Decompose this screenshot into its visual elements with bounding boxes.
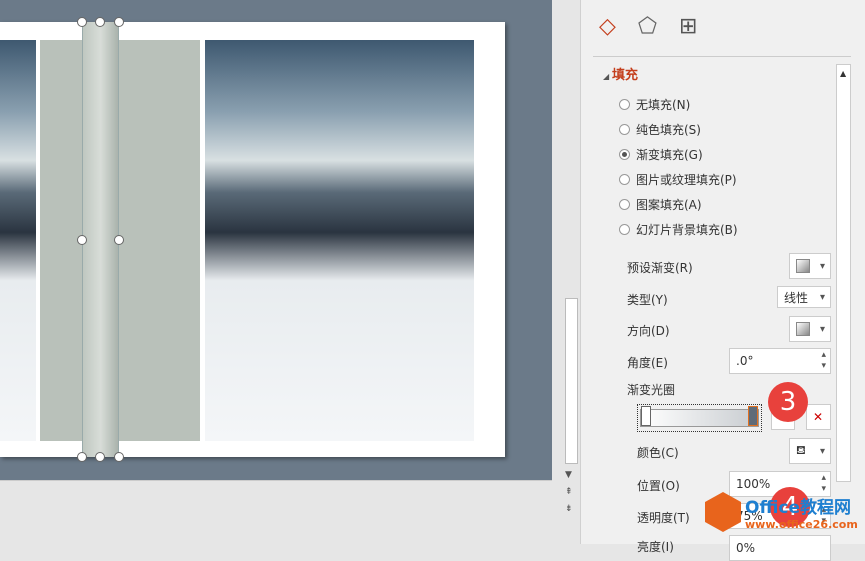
gradient-stops-bar[interactable] xyxy=(637,404,762,432)
step-badge-3: 3 xyxy=(768,382,808,422)
resize-handle[interactable] xyxy=(77,452,87,462)
resize-handle[interactable] xyxy=(77,17,87,27)
resize-handle[interactable] xyxy=(114,17,124,27)
paint-bucket-icon: ⛾ xyxy=(796,443,806,457)
radio-solid-fill[interactable]: 纯色填充(S) xyxy=(619,121,701,138)
gradient-stops-label: 渐变光圈 xyxy=(627,383,676,397)
direction-dropdown[interactable] xyxy=(789,316,831,342)
photo-mountain[interactable] xyxy=(205,40,474,441)
format-shape-panel: ◇ ⬠ ⊞ ◢ 填充 无填充(N) 纯色填充(S) 渐变填充(G) 图片或纹理填… xyxy=(580,0,865,561)
fill-line-tab-icon[interactable]: ◇ xyxy=(599,14,616,39)
effects-tab-icon[interactable]: ⬠ xyxy=(638,14,657,39)
color-dropdown[interactable]: ⛾ xyxy=(789,438,831,464)
resize-handle[interactable] xyxy=(114,452,124,462)
type-label: 类型(Y) xyxy=(627,293,668,307)
transparency-label: 透明度(T) xyxy=(637,511,690,525)
radio-pattern-fill[interactable]: 图案填充(A) xyxy=(619,196,702,213)
next-slide-icon[interactable]: ⇟ xyxy=(565,504,573,514)
color-label: 颜色(C) xyxy=(637,446,679,460)
radio-no-fill[interactable]: 无填充(N) xyxy=(619,96,690,113)
fill-section-header[interactable]: ◢ 填充 xyxy=(603,64,638,83)
resize-handle[interactable] xyxy=(95,17,105,27)
brightness-input[interactable]: 0% xyxy=(729,535,831,561)
scrollbar-thumb[interactable] xyxy=(565,298,578,464)
canvas-scrollbar[interactable]: ▼ ⇞ ⇟ xyxy=(563,0,580,520)
section-title: 填充 xyxy=(611,68,638,83)
radio-picture-fill[interactable]: 图片或纹理填充(P) xyxy=(619,171,737,188)
preset-label: 预设渐变(R) xyxy=(627,261,693,275)
resize-handle[interactable] xyxy=(114,235,124,245)
brightness-label: 亮度(I) xyxy=(637,540,674,554)
angle-input[interactable]: .0° xyxy=(729,348,831,374)
photo-left[interactable] xyxy=(0,40,36,441)
panel-scrollbar[interactable]: ▲ xyxy=(836,64,851,482)
radio-background-fill[interactable]: 幻灯片背景填充(B) xyxy=(619,221,738,238)
scroll-down-icon[interactable]: ▼ xyxy=(565,470,572,480)
gradient-stop-selected[interactable] xyxy=(748,406,758,426)
resize-handle[interactable] xyxy=(77,235,87,245)
office-logo-icon xyxy=(705,492,741,532)
type-dropdown[interactable]: 线性 xyxy=(777,286,831,308)
preset-gradient-dropdown[interactable] xyxy=(789,253,831,279)
slide[interactable] xyxy=(0,17,505,462)
angle-label: 角度(E) xyxy=(627,356,668,370)
remove-stop-button[interactable]: ✕ xyxy=(806,404,831,430)
resize-handle[interactable] xyxy=(95,452,105,462)
slide-canvas xyxy=(0,0,552,480)
gradient-stop[interactable] xyxy=(641,406,651,426)
position-label: 位置(O) xyxy=(637,479,680,493)
watermark: Office教程网 www.office26.com xyxy=(705,492,858,532)
radio-gradient-fill[interactable]: 渐变填充(G) xyxy=(619,146,703,163)
size-properties-tab-icon[interactable]: ⊞ xyxy=(679,14,697,39)
scroll-up-icon: ▲ xyxy=(840,69,847,78)
prev-slide-icon[interactable]: ⇞ xyxy=(565,487,573,497)
notes-area xyxy=(0,480,552,544)
direction-label: 方向(D) xyxy=(627,324,670,338)
